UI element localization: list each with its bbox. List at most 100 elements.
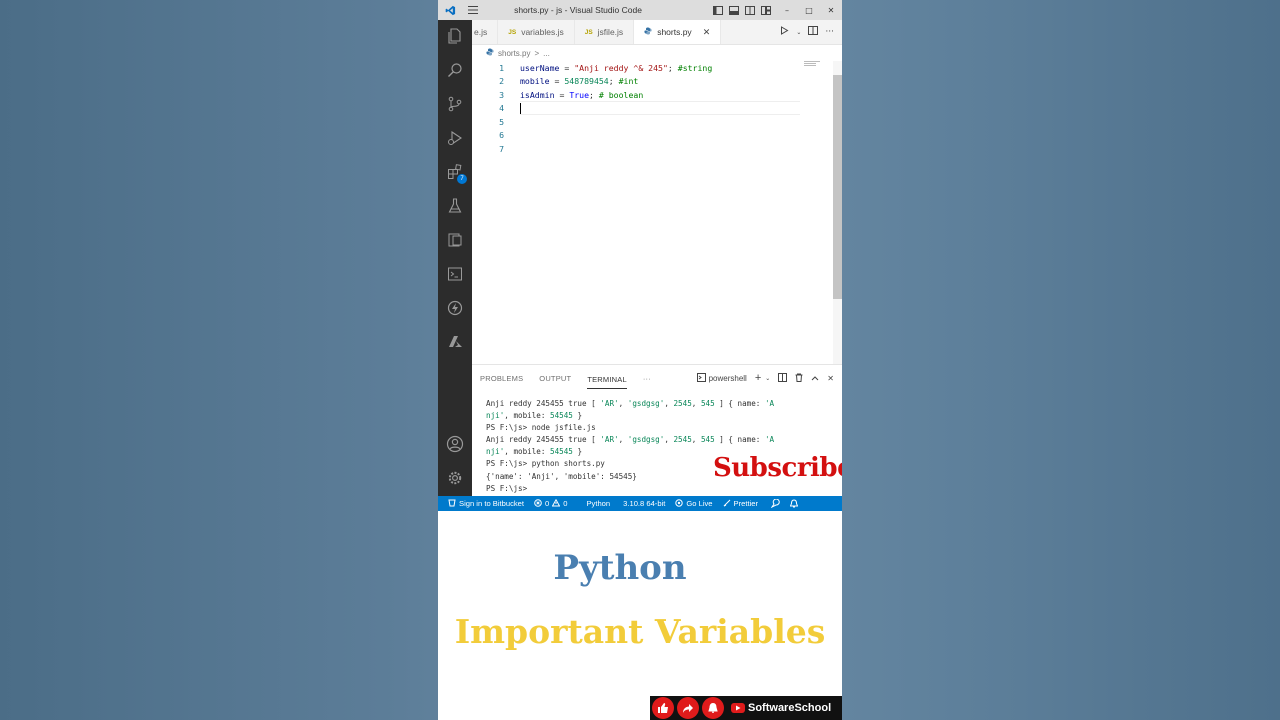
minimize-button[interactable]: –	[776, 0, 798, 20]
more-actions-icon[interactable]: ···	[825, 27, 834, 37]
bitbucket-icon	[448, 499, 456, 509]
warning-icon	[551, 498, 561, 509]
status-bar: Sign in to Bitbucket 0 0 Python 3.10.8 6…	[438, 496, 842, 511]
kill-terminal-trash-icon[interactable]	[795, 373, 803, 384]
terminal-line: nji', mobile: 54545 }	[486, 447, 583, 457]
tab-shorts-py[interactable]: shorts.py ✕	[634, 20, 722, 44]
line-number: 4	[499, 103, 504, 114]
azure-icon[interactable]	[445, 332, 465, 352]
toggle-secondary-sidebar-icon[interactable]	[744, 4, 756, 16]
customize-layout-icon[interactable]	[760, 4, 772, 16]
extensions-badge: 7	[457, 174, 467, 184]
tab-label: jsfile.js	[597, 27, 624, 37]
panel-more-tabs-icon[interactable]: ···	[635, 365, 659, 391]
remote-explorer-icon[interactable]	[445, 230, 465, 250]
search-icon[interactable]	[445, 60, 465, 80]
title-bar: shorts.py - js - Visual Studio Code – □ …	[438, 0, 842, 20]
extensions-icon[interactable]: 7	[445, 162, 467, 184]
explorer-icon[interactable]	[445, 26, 465, 46]
terminal-prompt: PS F:\js>	[486, 483, 532, 493]
breadcrumb-file[interactable]: shorts.py	[498, 49, 530, 58]
tab-label: e.js	[474, 27, 488, 37]
split-editor-icon[interactable]	[808, 26, 819, 38]
terminal-line: PS F:\js> node jsfile.js	[486, 423, 596, 433]
line-number: 7	[499, 143, 504, 154]
minimap[interactable]	[804, 61, 828, 69]
thunder-client-icon[interactable]	[445, 298, 465, 318]
window-title: shorts.py - js - Visual Studio Code	[514, 5, 642, 15]
code-line-2: mobile = 548789454; #int	[520, 76, 639, 87]
terminal-line: Anji reddy 245455 true [ 'AR', 'gsdgsg',…	[486, 399, 775, 408]
editor-scrollbar-thumb[interactable]	[833, 75, 842, 299]
error-icon	[534, 498, 542, 509]
activity-bar: 7	[438, 20, 472, 496]
accounts-icon[interactable]	[445, 434, 465, 454]
source-control-icon[interactable]	[445, 94, 465, 114]
terminal-dropdown-chevron-icon[interactable]: ⌄	[765, 375, 770, 382]
breadcrumb-rest[interactable]: ...	[543, 49, 550, 58]
status-problems[interactable]: 0 0	[529, 498, 572, 509]
toggle-sidebar-icon[interactable]	[712, 4, 724, 16]
line-number: 1	[499, 62, 504, 73]
breadcrumb: shorts.py > ...	[472, 45, 842, 61]
status-language[interactable]: Python	[572, 499, 615, 508]
maximize-panel-chevron-up-icon[interactable]	[811, 374, 819, 383]
tab-problems[interactable]: PROBLEMS	[472, 365, 531, 391]
code-editor[interactable]: 1 userName = "Anji reddy ^& 245"; #strin…	[472, 61, 842, 364]
maximize-button[interactable]: □	[798, 0, 820, 20]
terminal-line: Anji reddy 245455 true [ 'AR', 'gsdgsg',…	[486, 435, 775, 445]
python-file-icon	[486, 48, 494, 58]
terminal-icon[interactable]	[445, 264, 465, 284]
vscode-logo-icon	[438, 0, 462, 20]
bell-icon	[702, 697, 724, 719]
notifications-bell-icon[interactable]	[785, 499, 803, 508]
share-icon	[677, 697, 699, 719]
tab-label: variables.js	[521, 27, 564, 37]
tab-e-js[interactable]: e.js	[472, 20, 499, 44]
caption-title: Python	[553, 548, 687, 588]
close-tab-icon[interactable]: ✕	[703, 27, 711, 38]
tab-terminal[interactable]: TERMINAL	[587, 371, 627, 389]
feedback-icon[interactable]	[763, 499, 785, 508]
settings-gear-icon[interactable]	[445, 468, 465, 488]
line-number: 5	[499, 116, 504, 127]
testing-flask-icon[interactable]	[445, 196, 465, 216]
status-go-live[interactable]: Go Live	[670, 498, 717, 509]
text-cursor	[520, 103, 521, 114]
js-file-icon: JS	[508, 28, 517, 36]
split-terminal-icon[interactable]	[778, 372, 788, 384]
code-line-1: userName = "Anji reddy ^& 245"; #string	[520, 62, 713, 73]
js-file-icon: JS	[584, 28, 593, 36]
screen-frame: shorts.py - js - Visual Studio Code – □ …	[438, 0, 842, 720]
tab-output[interactable]: OUTPUT	[531, 365, 579, 391]
like-icon	[652, 697, 674, 719]
breadcrumb-separator: >	[534, 48, 540, 58]
toggle-panel-icon[interactable]	[728, 4, 740, 16]
terminal-line: nji', mobile: 54545 }	[486, 411, 583, 421]
line-number: 6	[499, 130, 504, 141]
terminal-line: {'name': 'Anji', 'mobile': 54545}	[486, 471, 637, 481]
channel-brand-banner: SoftwareSchool	[650, 696, 842, 720]
tab-jsfile-js[interactable]: JS jsfile.js	[575, 20, 635, 44]
close-window-button[interactable]: ✕	[820, 0, 842, 20]
tab-variables-js[interactable]: JS variables.js	[498, 20, 575, 44]
youtube-logo-icon	[731, 703, 745, 713]
new-terminal-icon[interactable]: +	[755, 372, 761, 384]
status-bitbucket[interactable]: Sign in to Bitbucket	[438, 499, 529, 509]
tab-label: shorts.py	[657, 27, 692, 37]
subscribe-overlay[interactable]: Subscribe	[713, 453, 842, 483]
close-panel-icon[interactable]: ✕	[827, 374, 834, 383]
code-line-3: isAdmin = True; # boolean	[520, 89, 644, 100]
terminal-shell-name[interactable]: powershell	[709, 374, 747, 383]
run-debug-icon[interactable]	[445, 128, 465, 148]
terminal-shell-icon	[696, 372, 706, 384]
python-file-icon	[644, 27, 652, 37]
editor-tabs: e.js JS variables.js JS jsfile.js shorts…	[472, 20, 842, 45]
status-interpreter[interactable]: 3.10.8 64-bit	[615, 499, 670, 508]
channel-name: SoftwareSchool	[748, 702, 832, 714]
prettier-check-icon	[723, 499, 731, 509]
run-dropdown-chevron-icon[interactable]: ⌄	[796, 29, 801, 36]
run-python-icon[interactable]	[780, 26, 789, 38]
menu-icon[interactable]	[462, 0, 484, 20]
status-prettier[interactable]: Prettier	[718, 499, 763, 509]
